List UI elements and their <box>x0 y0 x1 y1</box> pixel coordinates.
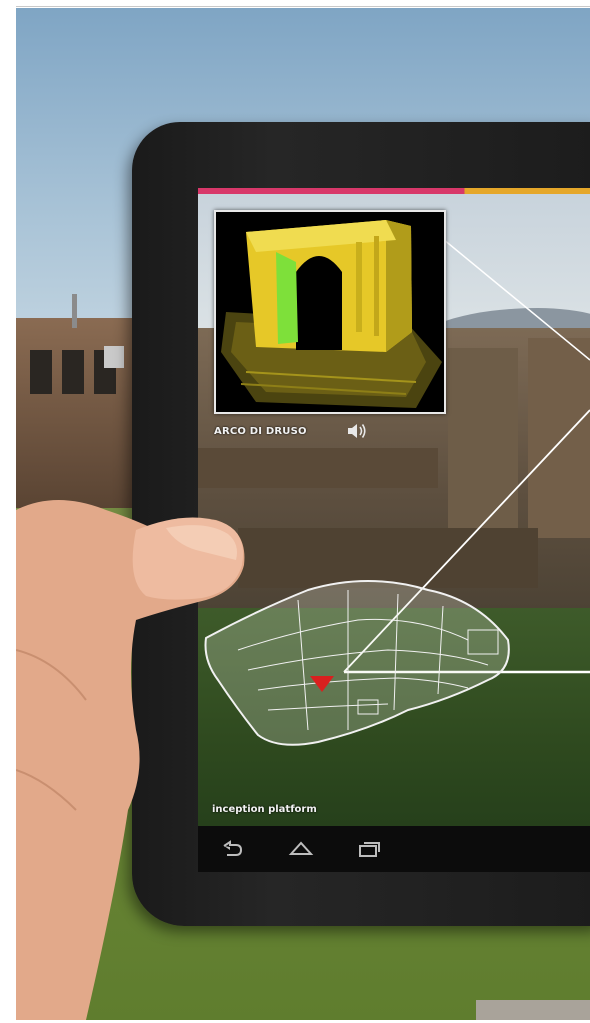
link-line <box>431 229 590 361</box>
arch-3d-model <box>221 220 442 408</box>
home-icon[interactable] <box>286 834 316 864</box>
site-map-overlay[interactable] <box>198 560 590 780</box>
android-nav-bar <box>198 826 590 872</box>
monument-label: ARCO DI DRUSO <box>214 426 307 437</box>
speaker-icon[interactable] <box>344 418 370 444</box>
hand <box>16 500 245 1020</box>
recent-apps-icon[interactable] <box>354 834 384 864</box>
model-3d-panel[interactable] <box>214 210 446 414</box>
